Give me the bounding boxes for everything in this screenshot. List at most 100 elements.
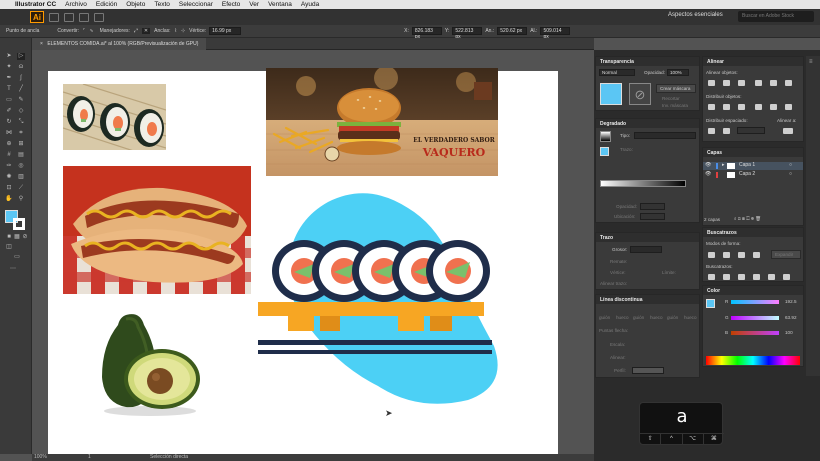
- perspective-grid-icon[interactable]: ⊞: [17, 141, 25, 148]
- gradient-fill-swatch[interactable]: [600, 147, 609, 156]
- screen-mode-icon[interactable]: ▭: [13, 254, 21, 261]
- slice-tool-icon[interactable]: ⟋: [17, 185, 25, 192]
- layer-name-2[interactable]: Capa 2: [739, 171, 755, 177]
- merge-icon[interactable]: [738, 274, 745, 280]
- lasso-icon[interactable]: ɷ: [17, 64, 25, 71]
- profile-select[interactable]: [632, 367, 664, 374]
- divide-icon[interactable]: [708, 274, 715, 280]
- symbol-sprayer-icon[interactable]: ✺: [5, 174, 13, 181]
- distribute-bottom-icon[interactable]: [738, 104, 745, 110]
- more-tools-icon[interactable]: ⋯: [9, 266, 17, 273]
- visibility-eye-icon[interactable]: 👁: [705, 162, 711, 168]
- w-field[interactable]: 520.62 px: [497, 27, 528, 35]
- hotdog-photo[interactable]: [63, 166, 251, 294]
- make-mask-button[interactable]: Crear máscara: [656, 84, 696, 93]
- align-vcenter-icon[interactable]: [770, 80, 777, 86]
- distribute-right-icon[interactable]: [785, 104, 792, 110]
- dashed-line-title[interactable]: Línea discontinua: [596, 295, 699, 304]
- menu-ayuda[interactable]: Ayuda: [301, 1, 319, 8]
- opacity-field[interactable]: 100%: [667, 69, 689, 76]
- eraser-tool-icon[interactable]: ◇: [17, 108, 25, 115]
- b-value[interactable]: 100: [785, 330, 793, 335]
- layer-target-icon[interactable]: ○: [789, 162, 792, 168]
- free-transform-icon[interactable]: ⌗: [17, 130, 25, 137]
- workspace-switcher[interactable]: Aspectos esenciales: [668, 12, 723, 18]
- gradient-location-field[interactable]: [640, 213, 665, 220]
- type-tool-icon[interactable]: T: [5, 86, 13, 93]
- distribute-left-icon[interactable]: [755, 104, 762, 110]
- mesh-tool-icon[interactable]: #: [5, 152, 13, 159]
- expand-button[interactable]: Expandir: [771, 250, 801, 259]
- layer-target-icon[interactable]: ○: [789, 171, 792, 177]
- menu-edicion[interactable]: Edición: [96, 1, 117, 8]
- x-field[interactable]: 826.183 px: [411, 27, 442, 40]
- y-field[interactable]: 522.813 px: [452, 27, 483, 40]
- r-value[interactable]: 192.5: [785, 299, 797, 304]
- stroke-title[interactable]: Trazo: [596, 233, 699, 242]
- distribute-vcenter-icon[interactable]: [723, 104, 730, 110]
- menu-ver[interactable]: Ver: [249, 1, 259, 8]
- layer-name-1[interactable]: Capa 1: [739, 162, 755, 168]
- distribute-hcenter-icon[interactable]: [770, 104, 777, 110]
- zoom-level[interactable]: 100%: [34, 454, 47, 460]
- gradient-opacity-field[interactable]: [640, 203, 665, 210]
- crop-icon[interactable]: [753, 274, 760, 280]
- transparency-title[interactable]: Transparencia: [596, 57, 699, 66]
- vertex-field[interactable]: 16.99 px: [209, 27, 242, 35]
- g-value[interactable]: 63.92: [785, 315, 797, 320]
- show-handles-icon[interactable]: ⤢: [134, 28, 138, 34]
- outline-icon[interactable]: [768, 274, 775, 280]
- gradient-type-select[interactable]: [634, 132, 696, 139]
- remove-anchor-icon[interactable]: ⌇: [175, 28, 177, 34]
- scale-tool-icon[interactable]: ⤡: [17, 119, 25, 126]
- clip-checkbox-label[interactable]: Recortar: [662, 96, 680, 101]
- color-title[interactable]: Color: [703, 286, 803, 295]
- eyedropper-icon[interactable]: ✑: [5, 163, 13, 170]
- gradient-mode-icon[interactable]: ▦: [13, 234, 21, 241]
- align-top-icon[interactable]: [755, 80, 762, 86]
- pen-tool-icon[interactable]: ✒: [5, 75, 13, 82]
- pathfinder-title[interactable]: Buscatrazos: [703, 228, 803, 237]
- align-right-icon[interactable]: [738, 80, 745, 86]
- align-left-icon[interactable]: [708, 80, 715, 86]
- shaper-tool-icon[interactable]: ✐: [5, 108, 13, 115]
- trim-icon[interactable]: [723, 274, 730, 280]
- hand-tool-icon[interactable]: ✋: [5, 196, 13, 203]
- gradient-slider[interactable]: [600, 180, 686, 187]
- menu-seleccionar[interactable]: Seleccionar: [179, 1, 213, 8]
- gradient-thumbnail[interactable]: [600, 131, 611, 142]
- layer-row-1[interactable]: 👁 ▸ Capa 1 ○: [703, 162, 803, 170]
- spacing-vertical-icon[interactable]: [708, 128, 715, 134]
- sushi-photo[interactable]: [63, 84, 166, 150]
- rectangle-tool-icon[interactable]: ▭: [5, 97, 13, 104]
- menu-ventana[interactable]: Ventana: [268, 1, 292, 8]
- convert-smooth-icon[interactable]: ∿: [89, 28, 93, 34]
- intersect-icon[interactable]: [738, 252, 745, 258]
- draw-normal-icon[interactable]: ◫: [5, 244, 13, 251]
- graph-tool-icon[interactable]: ▥: [17, 174, 25, 181]
- menu-texto[interactable]: Texto: [154, 1, 170, 8]
- h-field[interactable]: 509.014 px: [540, 27, 571, 40]
- minus-front-icon[interactable]: [723, 252, 730, 258]
- stock-icon[interactable]: [64, 12, 74, 22]
- invert-mask-checkbox-label[interactable]: Inv. máscara: [662, 103, 688, 108]
- g-slider[interactable]: [731, 316, 779, 320]
- color-fill-swatch[interactable]: [706, 299, 715, 308]
- align-to-selection-icon[interactable]: [783, 128, 793, 134]
- sushi-illustration[interactable]: [258, 186, 508, 406]
- layer-row-2[interactable]: 👁 Capa 2 ○: [703, 171, 803, 179]
- width-tool-icon[interactable]: ⋈: [5, 130, 13, 137]
- document-tab[interactable]: × ELEMENTOS COMIDA.ai* al 100% (RGB/Prev…: [32, 38, 207, 50]
- line-tool-icon[interactable]: ╱: [17, 86, 25, 93]
- shape-builder-icon[interactable]: ⊕: [5, 141, 13, 148]
- none-mode-icon[interactable]: ⊘: [21, 234, 29, 241]
- magic-wand-icon[interactable]: ✦: [5, 64, 13, 71]
- gradient-tool-icon[interactable]: ▤: [17, 152, 25, 159]
- align-hcenter-icon[interactable]: [723, 80, 730, 86]
- convert-corner-icon[interactable]: ⌜: [83, 28, 85, 34]
- gradient-title[interactable]: Degradado: [596, 119, 699, 128]
- unite-icon[interactable]: [708, 252, 715, 258]
- stroke-weight-field[interactable]: [630, 246, 662, 253]
- panel-menu-icon[interactable]: ≡: [809, 59, 813, 65]
- distribute-top-icon[interactable]: [708, 104, 715, 110]
